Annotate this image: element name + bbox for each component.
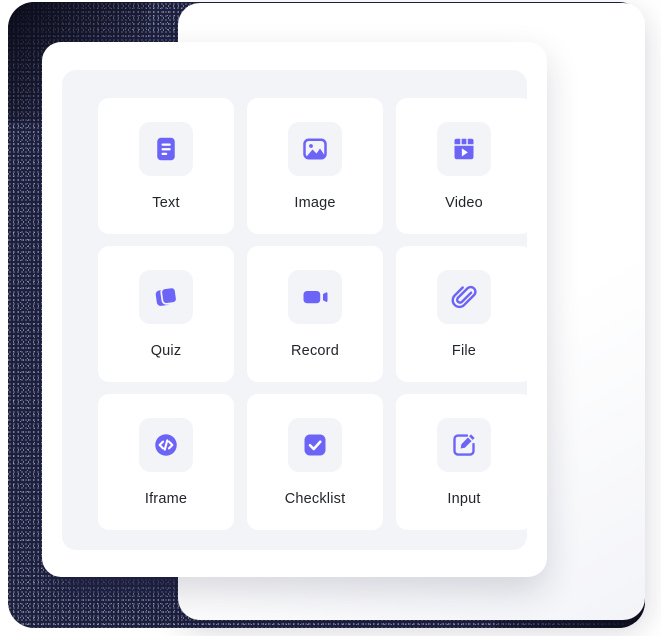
image-picture-icon (300, 134, 330, 164)
content-tile-video[interactable]: Video (396, 98, 532, 234)
content-tile-image[interactable]: Image (247, 98, 383, 234)
video-play-icon (449, 134, 479, 164)
checkbox-check-icon (300, 430, 330, 460)
content-type-grid: Text Image Video Quiz Record File Iframe… (98, 98, 532, 530)
code-brackets-icon (151, 430, 181, 460)
video-camera-icon (300, 282, 330, 312)
icon-container (288, 269, 342, 324)
content-tile-quiz[interactable]: Quiz (98, 246, 234, 382)
content-tile-label: Record (291, 342, 339, 359)
content-tile-checklist[interactable]: Checklist (247, 394, 383, 530)
content-tile-label: Iframe (144, 490, 188, 507)
content-tile-label: Text (152, 194, 180, 211)
content-tile-label: Video (445, 194, 483, 211)
icon-container (288, 417, 342, 472)
stacked-cards-icon (151, 282, 181, 312)
paperclip-icon (449, 282, 479, 312)
content-tile-record[interactable]: Record (247, 246, 383, 382)
content-tile-iframe[interactable]: Iframe (98, 394, 234, 530)
content-tile-label: Quiz (150, 342, 182, 359)
content-tile-input[interactable]: Input (396, 394, 532, 530)
text-document-icon (151, 134, 181, 164)
content-tile-label: Image (294, 194, 336, 211)
icon-container (437, 269, 491, 324)
icon-container (139, 417, 193, 472)
icon-container (437, 121, 491, 176)
content-tile-text[interactable]: Text (98, 98, 234, 234)
icon-container (139, 121, 193, 176)
content-tile-file[interactable]: File (396, 246, 532, 382)
edit-pencil-square-icon (449, 430, 479, 460)
content-picker-inner-panel: Text Image Video Quiz Record File Iframe… (62, 70, 532, 550)
content-tile-label: Checklist (284, 490, 346, 507)
screenshot-stage: Text Image Video Quiz Record File Iframe… (0, 0, 661, 636)
icon-container (139, 269, 193, 324)
icon-container (437, 417, 491, 472)
icon-container (288, 121, 342, 176)
content-tile-label: File (451, 342, 477, 359)
content-tile-label: Input (447, 490, 481, 507)
content-picker-panel: Text Image Video Quiz Record File Iframe… (42, 42, 547, 577)
